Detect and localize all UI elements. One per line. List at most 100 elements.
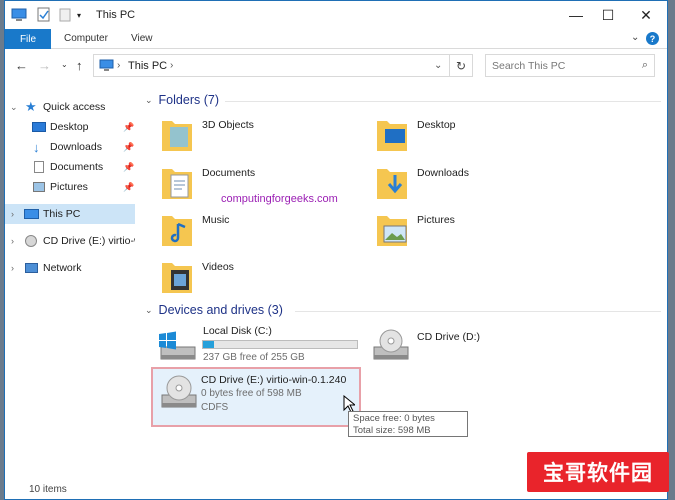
nav-downloads-label: Downloads — [50, 141, 102, 153]
drive-free-space: 237 GB free of 255 GB — [203, 352, 305, 363]
downloads-folder-icon — [377, 169, 407, 199]
refresh-icon: ↻ — [455, 58, 467, 73]
devices-header-label: Devices and drives (3) — [158, 303, 283, 317]
devices-divider — [295, 311, 661, 312]
tab-computer[interactable]: Computer — [64, 33, 108, 44]
breadcrumb-chevron-icon[interactable]: › — [170, 60, 173, 71]
tooltip-space-free: Space free: 0 bytes — [353, 413, 435, 424]
cd-drive-icon — [25, 235, 37, 247]
videos-folder-icon — [162, 263, 192, 293]
windows-drive-icon — [159, 331, 196, 360]
3d-objects-folder-icon — [162, 121, 192, 151]
tab-view[interactable]: View — [131, 33, 153, 44]
nav-pictures-label: Pictures — [50, 181, 88, 193]
folder-label: Videos — [202, 261, 234, 273]
documents-folder-icon — [162, 169, 192, 199]
cd-drive-icon — [161, 375, 197, 408]
watermark-text: computingforgeeks.com — [221, 193, 338, 205]
drive-free-space: 0 bytes free of 598 MB — [201, 388, 302, 399]
folders-group-header[interactable]: ⌄ Folders (7) — [145, 93, 219, 107]
expand-ribbon-icon[interactable]: ⌄ — [631, 32, 639, 43]
folder-label: 3D Objects — [202, 119, 254, 131]
address-dropdown-icon[interactable]: ⌄ — [434, 60, 442, 71]
folder-pictures[interactable]: Pictures — [375, 210, 555, 258]
nav-downloads[interactable]: ↓ Downloads 📌 — [5, 137, 135, 157]
drive-name: Local Disk (C:) — [203, 325, 272, 337]
window-title: This PC — [96, 9, 136, 21]
file-explorer-window: ▾ This PC — ☐ ✕ File Computer View ⌄ ? ←… — [4, 0, 668, 500]
nav-desktop-label: Desktop — [50, 121, 89, 133]
nav-documents-label: Documents — [50, 161, 104, 173]
folder-videos[interactable]: Videos — [160, 257, 340, 305]
search-icon[interactable]: ⌕ — [642, 59, 648, 72]
customize-toolbar-icon[interactable]: ▾ — [77, 11, 81, 20]
pin-icon[interactable]: 📌 — [123, 122, 134, 133]
new-folder-quick-icon[interactable] — [59, 8, 71, 25]
close-button[interactable]: ✕ — [629, 1, 663, 29]
drive-cd-d[interactable]: CD Drive (D:) — [371, 325, 561, 373]
this-pc-nav-icon — [24, 209, 39, 219]
address-bar[interactable]: › This PC › ⌄ — [93, 54, 473, 77]
back-arrow-icon[interactable]: ← — [15, 58, 28, 73]
help-icon[interactable]: ? — [646, 32, 659, 45]
star-icon: ★ — [25, 99, 37, 114]
expand-arrow-icon[interactable]: › — [11, 209, 14, 219]
drive-name: CD Drive (D:) — [417, 331, 480, 343]
recent-locations-icon[interactable]: ⌄ — [61, 60, 68, 69]
folder-3d-objects[interactable]: 3D Objects — [160, 115, 340, 163]
drive-local-disk-c[interactable]: Local Disk (C:) 237 GB free of 255 GB — [157, 325, 362, 373]
nav-pictures[interactable]: Pictures 📌 — [5, 177, 135, 197]
folder-label: Desktop — [417, 119, 456, 131]
pictures-folder-icon — [377, 216, 407, 246]
nav-network[interactable]: › Network — [5, 258, 135, 278]
pin-icon[interactable]: 📌 — [123, 162, 134, 173]
maximize-button[interactable]: ☐ — [591, 1, 625, 29]
nav-desktop[interactable]: Desktop 📌 — [5, 117, 135, 137]
breadcrumb-this-pc[interactable]: This PC — [128, 60, 167, 72]
item-count: 10 items — [29, 484, 67, 495]
refresh-button[interactable]: ↻ — [449, 54, 473, 77]
ribbon-tabs: File Computer View ⌄ ? — [5, 29, 667, 49]
desktop-icon — [32, 122, 46, 132]
pictures-icon — [33, 182, 45, 192]
nav-quick-access[interactable]: ⌄ ★ Quick access — [5, 97, 135, 117]
folders-divider — [225, 101, 661, 102]
search-input[interactable]: Search This PC ⌕ — [485, 54, 655, 77]
devices-group-header[interactable]: ⌄ Devices and drives (3) — [145, 303, 283, 317]
properties-quick-icon[interactable] — [37, 7, 51, 25]
collapse-chevron-icon[interactable]: ⌄ — [145, 95, 153, 106]
folder-label: Music — [202, 214, 230, 226]
nav-cd-drive[interactable]: › CD Drive (E:) virtio-w — [5, 231, 135, 251]
forward-arrow-icon[interactable]: → — [38, 58, 51, 73]
cd-drive-icon — [373, 329, 409, 360]
pin-icon[interactable]: 📌 — [123, 142, 134, 153]
address-row: ← → ⌄ ↑ › This PC › ⌄ ↻ Search This PC ⌕ — [5, 49, 667, 81]
folder-desktop[interactable]: Desktop — [375, 115, 555, 163]
search-placeholder: Search This PC — [492, 60, 566, 72]
capacity-bar — [202, 340, 358, 349]
navigation-pane: ⌄ ★ Quick access Desktop 📌 ↓ Downloads 📌… — [5, 91, 137, 481]
pin-icon[interactable]: 📌 — [123, 182, 134, 193]
drive-cd-e-selected[interactable]: CD Drive (E:) virtio-win-0.1.240 0 bytes… — [151, 367, 361, 427]
documents-icon — [34, 161, 44, 173]
folder-music[interactable]: Music — [160, 210, 340, 258]
drive-filesystem: CDFS — [201, 402, 229, 413]
up-arrow-icon[interactable]: ↑ — [76, 58, 83, 73]
desktop-folder-icon — [377, 121, 407, 151]
folder-label: Documents — [202, 167, 256, 179]
folder-label: Pictures — [417, 214, 455, 226]
nav-quick-access-label: Quick access — [43, 101, 106, 113]
site-watermark-stamp: 宝哥软件园 — [527, 452, 669, 492]
expand-arrow-icon[interactable]: › — [11, 236, 14, 246]
collapse-arrow-icon[interactable]: ⌄ — [10, 102, 18, 113]
tab-file[interactable]: File — [5, 29, 51, 49]
breadcrumb-separator-icon[interactable]: › — [117, 60, 120, 71]
collapse-chevron-icon[interactable]: ⌄ — [145, 305, 153, 316]
nav-documents[interactable]: Documents 📌 — [5, 157, 135, 177]
nav-this-pc[interactable]: › This PC — [5, 204, 135, 224]
this-pc-icon[interactable] — [11, 8, 27, 25]
nav-this-pc-label: This PC — [43, 208, 81, 220]
expand-arrow-icon[interactable]: › — [11, 263, 14, 273]
minimize-button[interactable]: — — [559, 1, 593, 29]
folder-downloads[interactable]: Downloads — [375, 163, 555, 211]
